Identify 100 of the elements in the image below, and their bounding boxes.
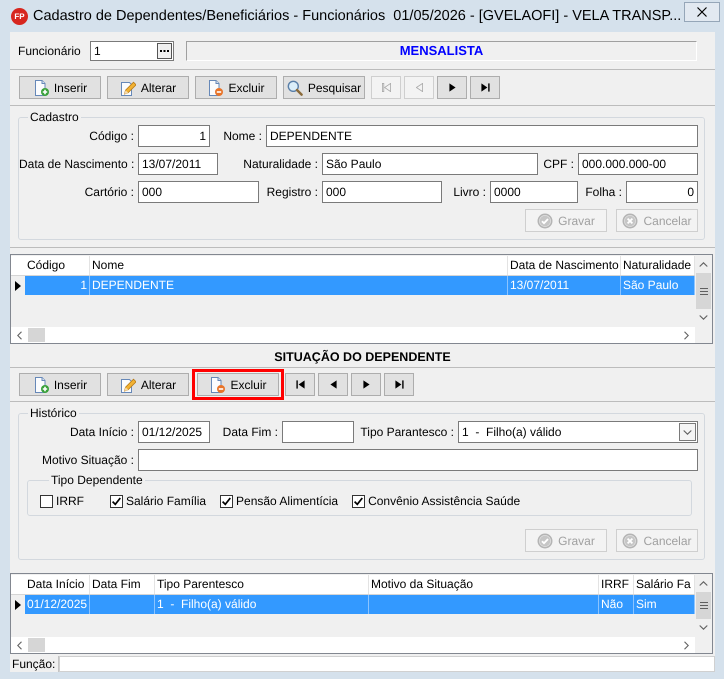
chevron-right-icon[interactable] bbox=[684, 640, 689, 650]
column-header[interactable]: Tipo Parentesco bbox=[155, 575, 369, 594]
horizontal-scrollbar[interactable] bbox=[11, 326, 695, 343]
checkbox[interactable] bbox=[220, 494, 234, 508]
edit-button[interactable]: Alterar bbox=[107, 76, 189, 99]
check-circle-icon bbox=[537, 532, 554, 548]
first-record-button[interactable] bbox=[285, 373, 315, 396]
last-record-button[interactable] bbox=[470, 76, 500, 99]
table-cell: 1 bbox=[25, 276, 90, 295]
checkbox-label[interactable]: IRRF bbox=[56, 494, 84, 508]
previous-record-button[interactable] bbox=[318, 373, 348, 396]
table-cell: 13/07/2011 bbox=[508, 276, 621, 295]
checkbox[interactable] bbox=[40, 494, 53, 508]
app-logo: FP bbox=[11, 8, 28, 25]
field-label: Nome : bbox=[223, 129, 262, 143]
scrollbar-thumb[interactable] bbox=[28, 328, 45, 342]
column-header[interactable]: IRRF bbox=[599, 575, 634, 594]
field-label: Código : bbox=[89, 129, 134, 143]
horizontal-scrollbar[interactable] bbox=[11, 636, 695, 653]
column-header[interactable]: Motivo da Situação bbox=[369, 575, 599, 594]
grip-lines-icon bbox=[700, 288, 708, 294]
field-label: Data de Nascimento : bbox=[19, 157, 134, 171]
skip-last-icon bbox=[394, 380, 404, 389]
field-label: Funcionário bbox=[18, 44, 81, 58]
pencil-page-icon bbox=[120, 376, 136, 392]
input-field[interactable] bbox=[282, 421, 354, 443]
insert-button[interactable]: Inserir bbox=[19, 76, 101, 99]
group-title: Cadastro bbox=[29, 110, 80, 124]
scrollbar-thumb[interactable] bbox=[28, 638, 45, 652]
field-label: Data Início : bbox=[70, 425, 134, 439]
column-header[interactable]: Data de Nascimento bbox=[508, 256, 621, 275]
chevron-up-icon[interactable] bbox=[699, 262, 708, 267]
chevron-down-icon[interactable] bbox=[699, 625, 708, 630]
field-label: Data Fim : bbox=[222, 425, 278, 439]
x-circle-icon bbox=[622, 212, 638, 228]
grip-lines-icon bbox=[700, 602, 708, 609]
column-header[interactable]: Data Fim bbox=[90, 575, 155, 594]
skip-last-icon bbox=[480, 83, 490, 92]
field-label: CPF : bbox=[543, 157, 574, 171]
chevron-left-icon[interactable] bbox=[17, 640, 22, 650]
field-label: Folha : bbox=[585, 185, 622, 199]
input-field[interactable]: 0000 bbox=[490, 181, 578, 203]
row-pointer-icon bbox=[15, 280, 21, 290]
checkbox-label[interactable]: Convênio Assistência Saúde bbox=[368, 494, 520, 508]
input-field[interactable]: 13/07/2011 bbox=[138, 153, 218, 175]
delete-button[interactable]: Excluir bbox=[195, 76, 277, 99]
dropdown-button[interactable] bbox=[679, 423, 696, 441]
column-header[interactable]: Data Início bbox=[25, 575, 90, 594]
checkbox[interactable] bbox=[352, 494, 366, 508]
field-label: Livro : bbox=[453, 185, 486, 199]
triangle-left-icon bbox=[330, 380, 336, 389]
checkbox-label[interactable]: Pensão Alimentícia bbox=[236, 494, 338, 508]
select-field[interactable]: 1 - Filho(a) válido bbox=[458, 421, 698, 443]
edit-button[interactable]: Alterar bbox=[107, 373, 189, 396]
data-grid[interactable]: Data Início Data Fim Tipo Parentesco Motivo da Situação IRRF Salário Fa 01/12/2025 1 - Filho(a) válido Não Sim bbox=[10, 573, 713, 654]
field-label: Registro : bbox=[266, 185, 318, 199]
input-field[interactable] bbox=[138, 449, 698, 471]
chevron-left-icon[interactable] bbox=[17, 330, 22, 340]
next-record-button[interactable] bbox=[351, 373, 381, 396]
status-label: Função: bbox=[12, 657, 56, 671]
input-field[interactable]: 1 bbox=[138, 125, 210, 147]
next-record-button[interactable] bbox=[437, 76, 467, 99]
last-record-button[interactable] bbox=[384, 373, 414, 396]
input-field[interactable]: 0 bbox=[626, 181, 698, 203]
chevron-down-icon[interactable] bbox=[699, 315, 708, 320]
input-field[interactable]: 000.000.000-00 bbox=[578, 153, 698, 175]
insert-button[interactable]: Inserir bbox=[19, 373, 101, 396]
document-plus-icon bbox=[32, 376, 49, 392]
input-field[interactable]: 000 bbox=[322, 181, 442, 203]
input-field[interactable]: 1 bbox=[90, 40, 174, 60]
field-label: Motivo Situação : bbox=[42, 453, 134, 467]
skip-first-icon bbox=[382, 83, 390, 92]
data-grid[interactable]: Código Nome Data de Nascimento Naturalidade 1 DEPENDENTE 13/07/2011 São Paulo bbox=[10, 254, 713, 344]
chevron-right-icon[interactable] bbox=[684, 330, 689, 340]
table-cell: DEPENDENTE bbox=[90, 276, 508, 295]
input-field[interactable]: São Paulo bbox=[322, 153, 538, 175]
column-header[interactable]: Código bbox=[25, 256, 90, 275]
table-cell: Não bbox=[599, 595, 634, 614]
triangle-right-icon bbox=[362, 380, 370, 389]
lookup-button[interactable] bbox=[157, 42, 172, 58]
input-field[interactable]: DEPENDENTE bbox=[266, 125, 698, 147]
chevron-up-icon[interactable] bbox=[699, 581, 708, 586]
checkbox[interactable] bbox=[110, 494, 123, 508]
scrollbar-thumb[interactable] bbox=[696, 592, 711, 619]
group-title: Histórico bbox=[29, 406, 78, 420]
search-button[interactable]: Pesquisar bbox=[283, 76, 365, 99]
triangle-right-icon bbox=[448, 83, 456, 92]
delete-button[interactable]: Excluir bbox=[197, 373, 279, 396]
x-circle-icon bbox=[622, 532, 638, 548]
row-pointer-icon bbox=[15, 600, 21, 610]
input-field[interactable]: 01/12/2025 bbox=[138, 421, 210, 443]
scrollbar-thumb[interactable] bbox=[696, 273, 711, 309]
input-field[interactable]: 000 bbox=[138, 181, 259, 203]
checkbox-label[interactable]: Salário Família bbox=[126, 494, 206, 508]
column-header[interactable]: Nome bbox=[90, 256, 508, 275]
category-display: MENSALISTA bbox=[186, 40, 697, 60]
close-button[interactable] bbox=[684, 2, 720, 22]
section-title: SITUAÇÃO DO DEPENDENTE bbox=[274, 350, 451, 364]
search-icon bbox=[286, 80, 303, 96]
chevron-down-icon[interactable] bbox=[683, 430, 692, 434]
